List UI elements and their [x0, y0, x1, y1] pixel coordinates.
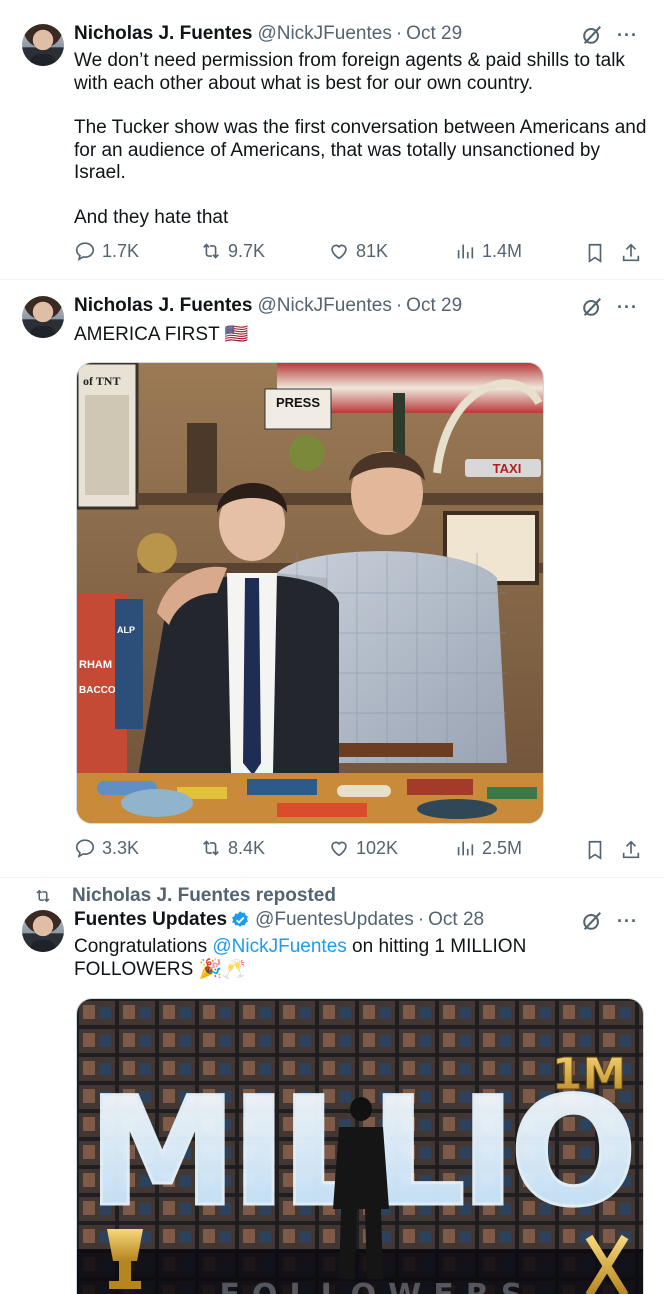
- tweet-photo[interactable]: of TNT PRESS TAXI RHAM BACCO ALP: [76, 362, 544, 824]
- more-icon[interactable]: ···: [617, 25, 638, 46]
- us-flag-emoji: 🇺🇸: [224, 324, 249, 345]
- views-count: 1.4M: [482, 240, 523, 261]
- tweet-text-part: Congratulations: [74, 936, 213, 957]
- tweet-photo[interactable]: 1 MILLION 1M FOLLOWERS: [76, 998, 644, 1294]
- avatar[interactable]: [22, 910, 64, 952]
- press-sign: PRESS: [276, 395, 320, 410]
- like-button[interactable]: 102K: [328, 837, 398, 859]
- share-icon[interactable]: [620, 839, 642, 861]
- tweet-top-icons: ···: [581, 296, 638, 318]
- tweet-text: We don’t need permission from foreign ag…: [74, 50, 649, 229]
- alps-poster-text: ALP: [117, 625, 135, 635]
- grok-icon[interactable]: [581, 910, 603, 932]
- grok-icon[interactable]: [581, 24, 603, 46]
- author-name[interactable]: Nicholas J. Fuentes: [74, 295, 252, 317]
- tweet-text: Congratulations @NickJFuentes on hitting…: [74, 936, 574, 981]
- repost-button[interactable]: 8.4K: [200, 837, 265, 859]
- followers-text: FOLLOWERS: [220, 1278, 535, 1294]
- author-handle[interactable]: @NickJFuentes: [257, 23, 391, 45]
- views-count: 2.5M: [482, 837, 523, 858]
- heart-icon: [331, 841, 347, 857]
- repost-count: 8.4K: [228, 837, 266, 858]
- tweet-actions: 3.3K 8.4K 102K 2.5M: [74, 837, 644, 865]
- avatar[interactable]: [22, 24, 64, 66]
- tweet-header: Nicholas J. Fuentes @NickJFuentes · Oct …: [74, 22, 462, 46]
- separator-dot: ·: [395, 23, 403, 44]
- reply-icon: [75, 839, 95, 859]
- author-name[interactable]: Fuentes Updates: [74, 909, 227, 931]
- tweet-paragraph: AMERICA FIRST: [74, 324, 220, 345]
- tweet-top-icons: ···: [581, 24, 638, 46]
- repost-button[interactable]: 9.7K: [200, 240, 265, 262]
- reply-button[interactable]: 3.3K: [74, 837, 139, 859]
- views-icon: [457, 841, 474, 856]
- like-count: 102K: [356, 837, 399, 858]
- author-handle[interactable]: @FuentesUpdates: [255, 909, 414, 931]
- views-button[interactable]: 2.5M: [454, 837, 522, 859]
- reply-count: 3.3K: [102, 837, 140, 858]
- poster-text: of TNT: [83, 374, 120, 388]
- verified-badge-icon: [232, 911, 249, 927]
- mention-link[interactable]: @NickJFuentes: [212, 936, 346, 957]
- tweet-date[interactable]: Oct 29: [406, 23, 462, 45]
- tweet-date[interactable]: Oct 29: [406, 295, 462, 317]
- tweet-1[interactable]: Nicholas J. Fuentes @NickJFuentes · Oct …: [0, 0, 664, 280]
- tweet-actions: 1.7K 9.7K 81K 1.4M: [74, 240, 644, 268]
- like-button[interactable]: 81K: [328, 240, 388, 262]
- reply-count: 1.7K: [102, 240, 140, 261]
- tweet-paragraph: The Tucker show was the first conversati…: [74, 117, 647, 183]
- like-count: 81K: [356, 240, 389, 261]
- taxi-sign: TAXI: [493, 461, 522, 476]
- views-icon: [457, 244, 474, 259]
- avatar[interactable]: [22, 296, 64, 338]
- million-followers-graphic: 1 MILLION 1M FOLLOWERS: [77, 999, 643, 1294]
- share-icon[interactable]: [620, 242, 642, 264]
- repost-icon: [203, 840, 219, 856]
- tweet-header: Fuentes Updates @FuentesUpdates · Oct 28: [74, 908, 484, 932]
- photo-illustration: of TNT PRESS TAXI RHAM BACCO ALP: [77, 363, 543, 823]
- author-name[interactable]: Nicholas J. Fuentes: [74, 23, 252, 45]
- heart-icon: [331, 244, 347, 260]
- party-emoji: 🎉🥂: [198, 958, 246, 980]
- repost-icon: [203, 243, 219, 259]
- reply-button[interactable]: 1.7K: [74, 240, 139, 262]
- views-button[interactable]: 1.4M: [454, 240, 522, 262]
- separator-dot: ·: [417, 909, 425, 930]
- tweet-top-icons: ···: [581, 910, 638, 932]
- bookmark-icon[interactable]: [584, 242, 606, 264]
- more-icon[interactable]: ···: [617, 297, 638, 318]
- 1m-badge-text: 1M: [552, 1049, 626, 1100]
- tweet-date[interactable]: Oct 28: [428, 909, 484, 931]
- tweet-header: Nicholas J. Fuentes @NickJFuentes · Oct …: [74, 294, 462, 318]
- tweet-2[interactable]: Nicholas J. Fuentes @NickJFuentes · Oct …: [0, 280, 664, 878]
- grok-icon[interactable]: [581, 296, 603, 318]
- side-poster-text-2: BACCO: [79, 685, 116, 696]
- tweet-text: AMERICA FIRST 🇺🇸: [74, 324, 649, 347]
- tweet-paragraph: We don’t need permission from foreign ag…: [74, 50, 625, 94]
- author-handle[interactable]: @NickJFuentes: [257, 295, 391, 317]
- reply-icon: [75, 242, 95, 262]
- separator-dot: ·: [395, 295, 403, 316]
- side-poster-text: RHAM: [79, 659, 112, 671]
- bookmark-icon[interactable]: [584, 839, 606, 861]
- repost-count: 9.7K: [228, 240, 266, 261]
- tweet-paragraph: And they hate that: [74, 206, 229, 228]
- tweet-3[interactable]: Fuentes Updates @FuentesUpdates · Oct 28…: [0, 878, 664, 1294]
- more-icon[interactable]: ···: [617, 911, 638, 932]
